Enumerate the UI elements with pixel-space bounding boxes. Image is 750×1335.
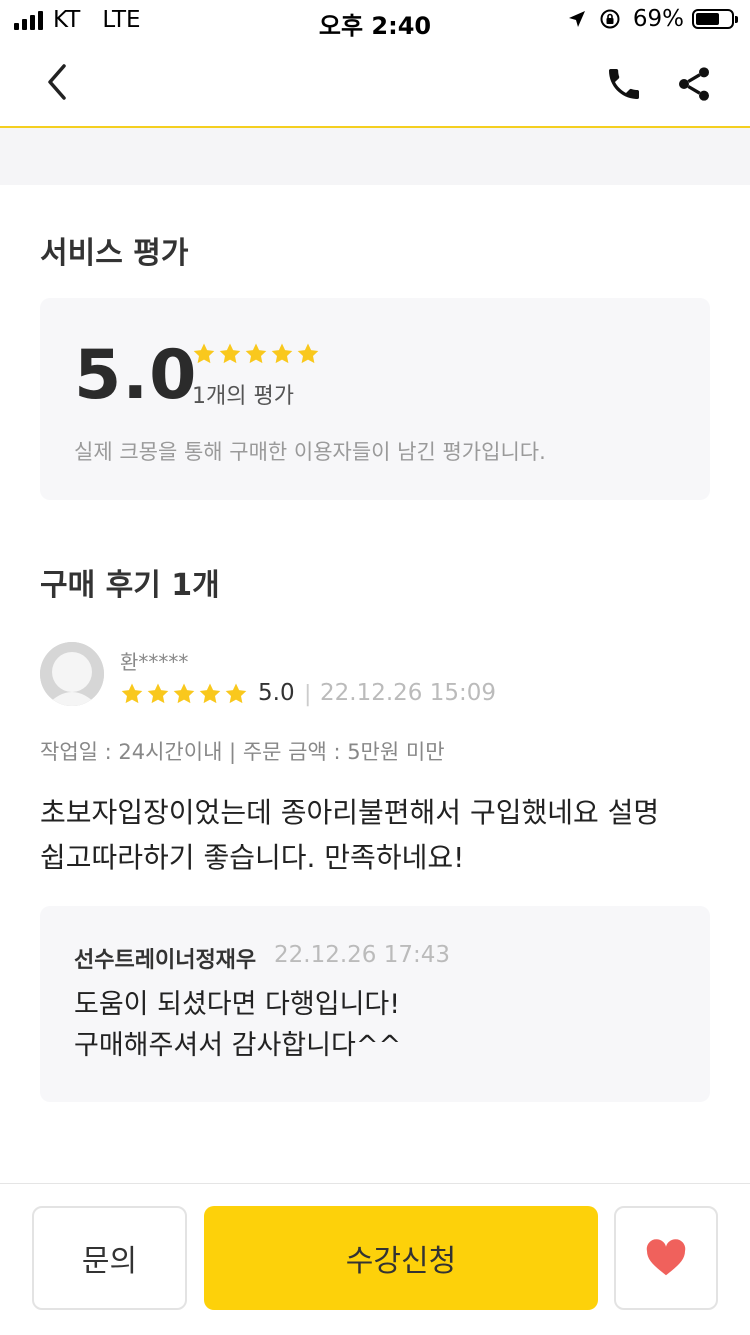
location-arrow-icon: [568, 11, 585, 27]
star-icon: [219, 343, 241, 364]
reply-date: 22.12.26 17:43: [274, 942, 451, 968]
star-icon: [297, 343, 319, 364]
star-icon: [199, 683, 221, 704]
star-icon: [121, 683, 143, 704]
top-nav-bar: [0, 40, 750, 128]
battery-percent: 69%: [632, 6, 684, 32]
review-meta: 작업일 : 24시간이내 | 주문 금액 : 5만원 미만: [40, 740, 445, 764]
rating-summary-card: 5.0 1개의 평가 실제 크몽을 통해 구매한 이용자들이 남긴 평가입니다.: [40, 298, 710, 500]
reviewer-name: 환*****: [120, 650, 189, 674]
rating-note: 실제 크몽을 통해 구매한 이용자들이 남긴 평가입니다.: [74, 440, 546, 464]
status-right: 69%: [567, 6, 738, 32]
star-icon: [147, 683, 169, 704]
share-icon: [679, 67, 709, 101]
enroll-button[interactable]: 수강신청: [204, 1206, 598, 1310]
reply-line: 구매해주셔서 감사합니다^^: [74, 1030, 402, 1061]
service-rating-title: 서비스 평가: [40, 236, 189, 271]
review-body-line: 초보자입장이었는데 종아리불편해서 구입했네요 설명: [40, 796, 660, 829]
status-bar: KT LTE 오후 2:40 69%: [0, 0, 750, 40]
section-spacer: [0, 128, 750, 185]
rating-stars: [192, 342, 320, 366]
bottom-action-bar: 문의 수강신청: [0, 1183, 750, 1335]
inquiry-button[interactable]: 문의: [32, 1206, 187, 1310]
call-button[interactable]: [604, 64, 648, 108]
chevron-left-icon: [48, 64, 66, 100]
heart-icon: [646, 1239, 686, 1276]
battery-icon: [692, 9, 738, 29]
reply-body: 도움이 되셨다면 다행입니다! 구매해주셔서 감사합니다^^: [74, 984, 401, 1066]
star-icon: [271, 343, 293, 364]
share-button[interactable]: [674, 64, 718, 108]
reviews-section-title: 구매 후기 1개: [40, 568, 220, 603]
rating-count: 1개의 평가: [192, 384, 294, 409]
avatar: [40, 642, 104, 706]
default-avatar-icon: [40, 642, 104, 706]
star-icon: [245, 343, 267, 364]
review-body-line: 쉽고따라하기 좋습니다. 만족하네요!: [40, 841, 465, 874]
star-icon: [173, 683, 195, 704]
review-stars: [120, 682, 248, 706]
rating-score: 5.0: [74, 336, 198, 415]
back-button[interactable]: [36, 60, 80, 104]
reply-line: 도움이 되셨다면 다행입니다!: [74, 989, 401, 1020]
review-body: 초보자입장이었는데 종아리불편해서 구입했네요 설명 쉽고따라하기 좋습니다. …: [40, 790, 710, 880]
favorite-button[interactable]: [614, 1206, 718, 1310]
seller-reply-card: 선수트레이너정재우 22.12.26 17:43 도움이 되셨다면 다행입니다!…: [40, 906, 710, 1102]
reply-author: 선수트레이너정재우: [74, 948, 257, 973]
phone-icon: [609, 69, 639, 99]
review-date: 22.12.26 15:09: [320, 680, 497, 706]
review-score: 5.0: [258, 680, 295, 706]
star-icon: [193, 343, 215, 364]
star-icon: [225, 683, 247, 704]
orientation-lock-icon: [600, 9, 620, 29]
meta-separator: |: [304, 682, 312, 707]
